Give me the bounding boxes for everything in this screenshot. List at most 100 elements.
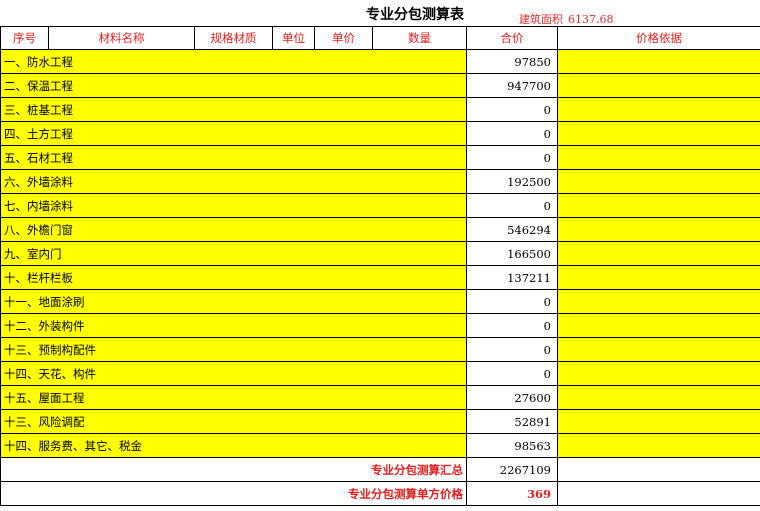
price-basis-cell[interactable] — [557, 385, 760, 410]
item-name-cell[interactable]: 三、桩基工程 — [0, 97, 195, 122]
unit-price-cell[interactable] — [314, 433, 373, 458]
amount-cell[interactable]: 166500 — [466, 241, 558, 266]
price-basis-cell[interactable] — [557, 409, 760, 434]
header-cell-index[interactable]: 序号 — [0, 26, 49, 50]
unit-price-cell[interactable] — [314, 193, 373, 218]
item-name-cell[interactable]: 八、外檐门窗 — [0, 217, 195, 242]
item-name-cell[interactable]: 一、防水工程 — [0, 49, 195, 74]
spec-cell[interactable] — [194, 145, 273, 170]
summary-total-row-value[interactable]: 2267109 — [466, 457, 558, 482]
quantity-cell[interactable] — [372, 97, 467, 122]
header-cell-amount[interactable]: 合价 — [466, 26, 558, 50]
item-name-cell[interactable]: 四、土方工程 — [0, 121, 195, 146]
unit-cell[interactable] — [272, 337, 315, 362]
unit-price-cell[interactable] — [314, 265, 373, 290]
item-name-cell[interactable]: 五、石材工程 — [0, 145, 195, 170]
quantity-cell[interactable] — [372, 313, 467, 338]
unit-price-cell[interactable] — [314, 49, 373, 74]
unit-price-cell[interactable] — [314, 217, 373, 242]
unit-cell[interactable] — [272, 97, 315, 122]
amount-cell[interactable]: 546294 — [466, 217, 558, 242]
spec-cell[interactable] — [194, 241, 273, 266]
spec-cell[interactable] — [194, 337, 273, 362]
header-cell-unit-price[interactable]: 单价 — [314, 26, 373, 50]
unit-price-cell[interactable] — [314, 361, 373, 386]
item-name-cell[interactable]: 十、栏杆栏板 — [0, 265, 195, 290]
item-name-cell[interactable]: 十三、风险调配 — [0, 409, 195, 434]
price-basis-cell[interactable] — [557, 265, 760, 290]
unit-cell[interactable] — [272, 169, 315, 194]
amount-cell[interactable]: 97850 — [466, 49, 558, 74]
amount-cell[interactable]: 0 — [466, 193, 558, 218]
unit-price-cell[interactable] — [314, 97, 373, 122]
amount-cell[interactable]: 27600 — [466, 385, 558, 410]
header-cell-unit[interactable]: 单位 — [272, 26, 315, 50]
unit-price-cell[interactable] — [314, 73, 373, 98]
item-name-cell[interactable]: 二、保温工程 — [0, 73, 195, 98]
quantity-cell[interactable] — [372, 385, 467, 410]
summary-unit-price-row-basis-cell[interactable] — [557, 481, 760, 506]
quantity-cell[interactable] — [372, 169, 467, 194]
item-name-cell[interactable]: 十一、地面涂刷 — [0, 289, 195, 314]
price-basis-cell[interactable] — [557, 337, 760, 362]
price-basis-cell[interactable] — [557, 97, 760, 122]
price-basis-cell[interactable] — [557, 433, 760, 458]
spec-cell[interactable] — [194, 121, 273, 146]
header-cell-spec[interactable]: 规格材质 — [194, 26, 273, 50]
item-name-cell[interactable]: 六、外墙涂料 — [0, 169, 195, 194]
unit-cell[interactable] — [272, 313, 315, 338]
unit-cell[interactable] — [272, 241, 315, 266]
spec-cell[interactable] — [194, 217, 273, 242]
price-basis-cell[interactable] — [557, 121, 760, 146]
unit-price-cell[interactable] — [314, 409, 373, 434]
price-basis-cell[interactable] — [557, 49, 760, 74]
header-cell-material-name[interactable]: 材料名称 — [48, 26, 195, 50]
quantity-cell[interactable] — [372, 145, 467, 170]
amount-cell[interactable]: 0 — [466, 97, 558, 122]
spec-cell[interactable] — [194, 169, 273, 194]
item-name-cell[interactable]: 七、内墙涂料 — [0, 193, 195, 218]
unit-cell[interactable] — [272, 265, 315, 290]
unit-price-cell[interactable] — [314, 385, 373, 410]
spec-cell[interactable] — [194, 97, 273, 122]
unit-price-cell[interactable] — [314, 289, 373, 314]
summary-unit-price-row-label[interactable]: 专业分包测算单方价格 — [0, 481, 467, 506]
spec-cell[interactable] — [194, 385, 273, 410]
spec-cell[interactable] — [194, 289, 273, 314]
quantity-cell[interactable] — [372, 49, 467, 74]
price-basis-cell[interactable] — [557, 73, 760, 98]
amount-cell[interactable]: 0 — [466, 289, 558, 314]
quantity-cell[interactable] — [372, 193, 467, 218]
summary-unit-price-row-value[interactable]: 369 — [466, 481, 558, 506]
amount-cell[interactable]: 947700 — [466, 73, 558, 98]
unit-cell[interactable] — [272, 289, 315, 314]
unit-price-cell[interactable] — [314, 145, 373, 170]
header-cell-price-basis[interactable]: 价格依据 — [557, 26, 760, 50]
summary-total-row-basis-cell[interactable] — [557, 457, 760, 482]
item-name-cell[interactable]: 九、室内门 — [0, 241, 195, 266]
price-basis-cell[interactable] — [557, 289, 760, 314]
amount-cell[interactable]: 0 — [466, 145, 558, 170]
unit-cell[interactable] — [272, 409, 315, 434]
amount-cell[interactable]: 98563 — [466, 433, 558, 458]
unit-price-cell[interactable] — [314, 313, 373, 338]
amount-cell[interactable]: 0 — [466, 121, 558, 146]
amount-cell[interactable]: 52891 — [466, 409, 558, 434]
unit-cell[interactable] — [272, 145, 315, 170]
item-name-cell[interactable]: 十四、天花、构件 — [0, 361, 195, 386]
quantity-cell[interactable] — [372, 289, 467, 314]
unit-price-cell[interactable] — [314, 169, 373, 194]
quantity-cell[interactable] — [372, 73, 467, 98]
price-basis-cell[interactable] — [557, 145, 760, 170]
spec-cell[interactable] — [194, 433, 273, 458]
quantity-cell[interactable] — [372, 241, 467, 266]
spec-cell[interactable] — [194, 193, 273, 218]
unit-cell[interactable] — [272, 385, 315, 410]
price-basis-cell[interactable] — [557, 193, 760, 218]
amount-cell[interactable]: 137211 — [466, 265, 558, 290]
price-basis-cell[interactable] — [557, 169, 760, 194]
spec-cell[interactable] — [194, 409, 273, 434]
quantity-cell[interactable] — [372, 337, 467, 362]
quantity-cell[interactable] — [372, 433, 467, 458]
unit-cell[interactable] — [272, 121, 315, 146]
